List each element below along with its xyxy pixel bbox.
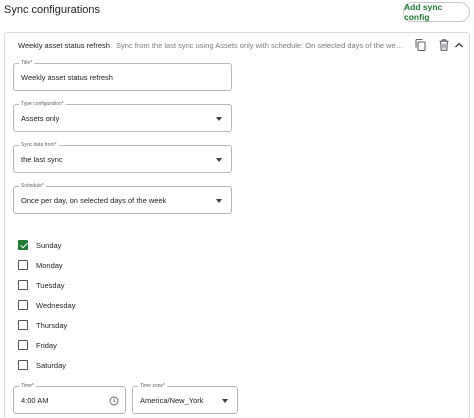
checkbox-tuesday[interactable]	[18, 280, 28, 290]
dropdown-caret-icon	[216, 158, 222, 162]
sync-data-from-select[interactable]: Sync data from* the last sync	[13, 142, 232, 173]
type-configuration-select[interactable]: Type configuration* Assets only	[13, 101, 232, 132]
time-value: 4:00 AM	[21, 396, 49, 405]
schedule-label: Schedule*	[19, 183, 46, 189]
checkbox-monday[interactable]	[18, 260, 28, 270]
day-option-friday[interactable]: Friday	[18, 338, 57, 352]
config-name: Weekly asset status refresh	[18, 41, 110, 50]
chevron-up-icon[interactable]	[452, 38, 466, 52]
time-zone-label: Time zone*	[138, 383, 168, 389]
checkbox-saturday[interactable]	[18, 360, 28, 370]
day-option-tuesday[interactable]: Tuesday	[18, 278, 65, 292]
type-configuration-value: Assets only	[21, 114, 60, 123]
day-label: Saturday	[36, 360, 67, 370]
day-option-sunday[interactable]: Sunday	[18, 238, 61, 252]
sync-data-from-value: the last sync	[21, 155, 63, 164]
schedule-value: Once per day, on selected days of the we…	[21, 196, 167, 205]
time-zone-value: America/New_York	[140, 396, 204, 405]
title-field-value: Weekly asset status refresh	[21, 73, 113, 82]
page-title: Sync configurations	[4, 4, 100, 16]
sync-data-from-label: Sync data from*	[19, 142, 59, 148]
day-label: Sunday	[36, 240, 62, 250]
dropdown-caret-icon	[222, 399, 228, 403]
schedule-select[interactable]: Schedule* Once per day, on selected days…	[13, 183, 232, 214]
title-field-label: Title*	[19, 60, 35, 66]
day-option-saturday[interactable]: Saturday	[18, 358, 66, 372]
checkbox-thursday[interactable]	[18, 320, 28, 330]
clock-icon[interactable]	[109, 396, 119, 406]
time-input[interactable]: Time* 4:00 AM	[13, 383, 126, 414]
day-label: Monday	[36, 260, 63, 270]
time-label: Time*	[19, 383, 36, 389]
copy-icon[interactable]	[413, 38, 427, 52]
day-option-wednesday[interactable]: Wednesday	[18, 298, 75, 312]
checkbox-wednesday[interactable]	[18, 300, 28, 310]
checkbox-friday[interactable]	[18, 340, 28, 350]
day-label: Wednesday	[36, 300, 76, 310]
config-header[interactable]: Weekly asset status refresh Sync from th…	[5, 33, 469, 57]
time-zone-select[interactable]: Time zone* America/New_York	[132, 383, 238, 414]
add-sync-config-button[interactable]: Add sync config	[403, 2, 470, 22]
page-header: Sync configurations Add sync config	[0, 0, 474, 24]
type-configuration-label: Type configuration*	[19, 101, 66, 107]
dropdown-caret-icon	[216, 117, 222, 121]
trash-icon[interactable]	[437, 38, 451, 52]
day-label: Friday	[36, 340, 57, 350]
day-option-thursday[interactable]: Thursday	[18, 318, 67, 332]
config-description: Sync from the last sync using Assets onl…	[116, 41, 407, 50]
day-label: Thursday	[36, 320, 68, 330]
title-field[interactable]: Title* Weekly asset status refresh	[13, 60, 232, 91]
day-option-monday[interactable]: Monday	[18, 258, 63, 272]
checkbox-sunday[interactable]	[18, 240, 28, 250]
day-label: Tuesday	[36, 280, 65, 290]
dropdown-caret-icon	[216, 199, 222, 203]
